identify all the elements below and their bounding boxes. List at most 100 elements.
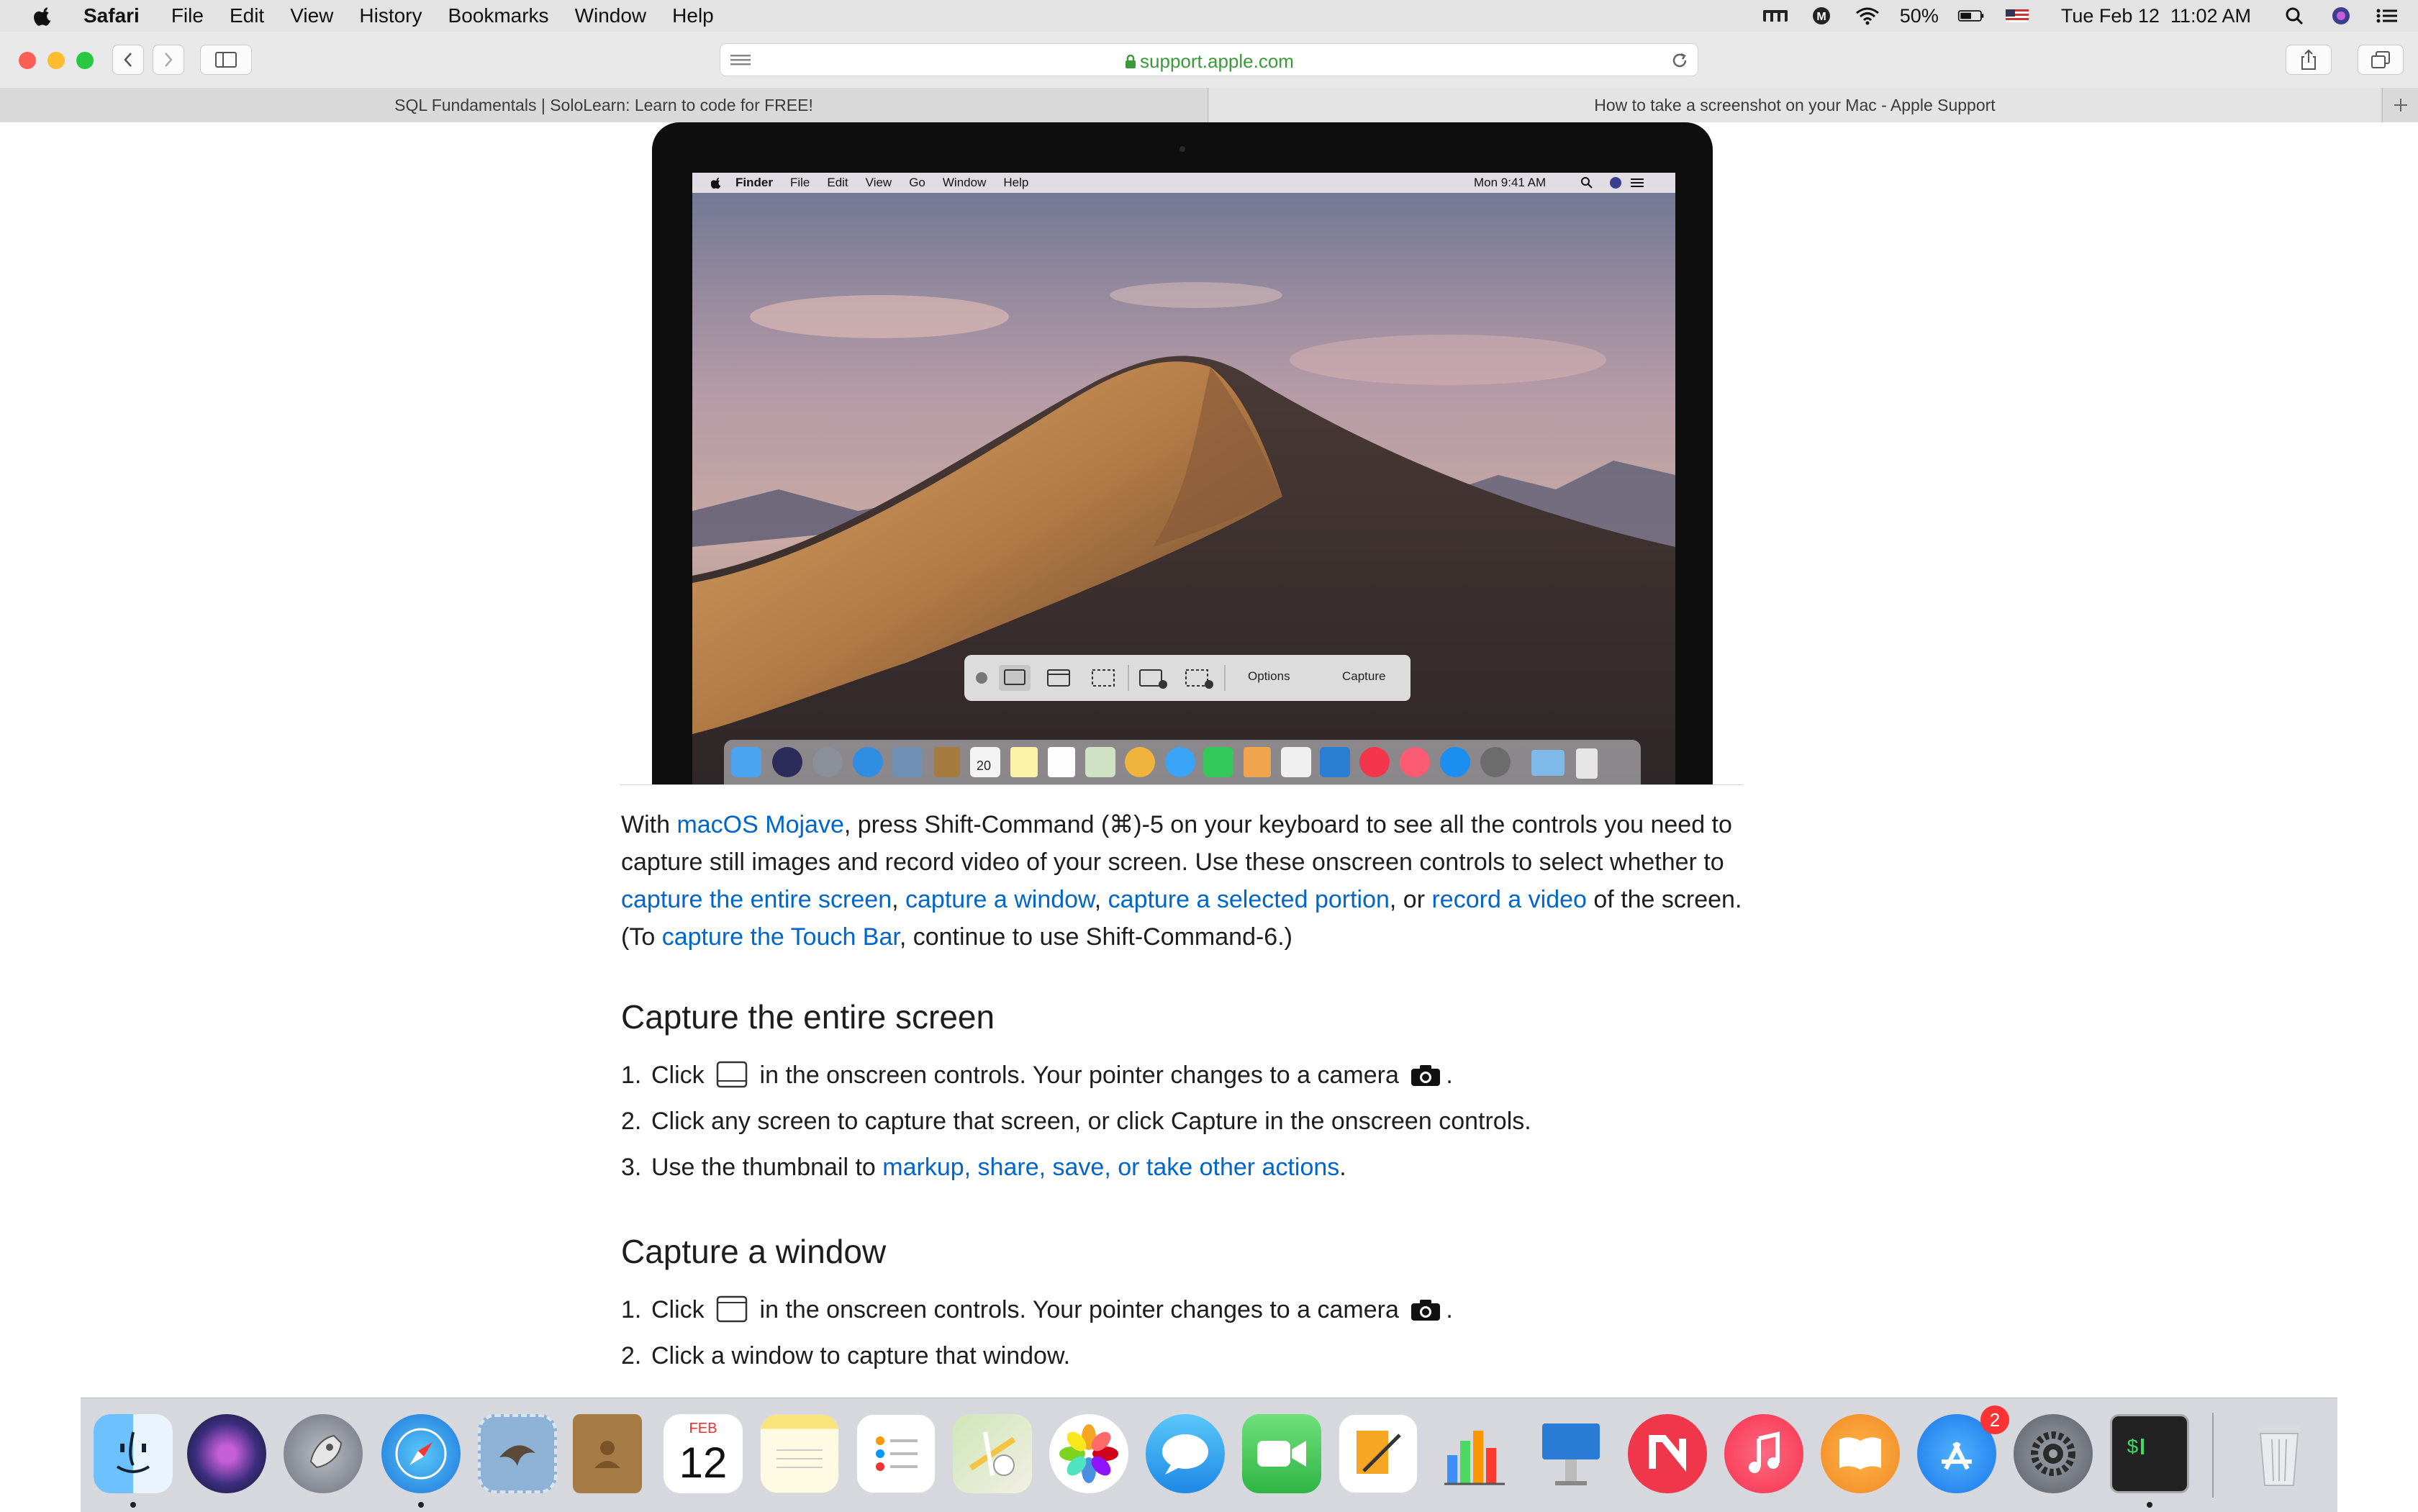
- mail-icon[interactable]: [478, 1414, 557, 1493]
- link-macos-mojave[interactable]: macOS Mojave: [676, 811, 843, 838]
- menu-help[interactable]: Help: [672, 4, 714, 27]
- step-text: in the onscreen controls. Your pointer c…: [753, 1296, 1406, 1323]
- entire-screen-steps: 1. Click in the onscreen controls. Your …: [621, 1052, 1758, 1190]
- terminal-icon[interactable]: $: [2110, 1414, 2189, 1493]
- url-value: support.apple.com: [1140, 50, 1294, 72]
- step-text: Click any screen to capture that screen,…: [651, 1108, 1531, 1135]
- sidebar-icon: [215, 52, 237, 68]
- menu-history[interactable]: History: [359, 4, 422, 27]
- link-capture-window[interactable]: capture a window: [905, 886, 1095, 913]
- wifi-icon[interactable]: [1854, 6, 1881, 26]
- intro-text: ,: [892, 886, 906, 913]
- tab-sololearn[interactable]: SQL Fundamentals | SoloLearn: Learn to c…: [0, 88, 1208, 122]
- battery-percent[interactable]: 50%: [1900, 5, 1939, 27]
- numbers-icon[interactable]: [1435, 1414, 1514, 1493]
- menu-bookmarks[interactable]: Bookmarks: [448, 4, 549, 27]
- calendar-day: 12: [679, 1439, 728, 1487]
- mock-menu-window: Window: [942, 176, 987, 189]
- mock-dock: 20: [724, 740, 1641, 784]
- menu-app-name[interactable]: Safari: [83, 4, 140, 27]
- spotlight-search-icon[interactable]: [2281, 6, 2309, 26]
- camera-icon: [1411, 1065, 1441, 1086]
- mock-list-icon: [1631, 178, 1644, 187]
- mock-capture-label: Capture: [1342, 669, 1386, 683]
- step-number: 3.: [621, 1154, 642, 1181]
- back-button[interactable]: [112, 45, 144, 75]
- mock-siri-icon: [1610, 177, 1621, 189]
- tab-overview-button[interactable]: [2358, 45, 2404, 75]
- link-record-video[interactable]: record a video: [1431, 886, 1586, 913]
- maps-icon[interactable]: [953, 1414, 1032, 1493]
- compass-icon: [395, 1428, 447, 1480]
- heading-capture-entire-screen: Capture the entire screen: [621, 998, 995, 1036]
- mock-options-label: Options: [1248, 669, 1290, 683]
- mock-search-icon: [1581, 177, 1593, 189]
- books-icon[interactable]: [1821, 1414, 1900, 1493]
- keynote-icon[interactable]: [1531, 1414, 1611, 1493]
- siri-icon[interactable]: [2327, 6, 2355, 26]
- itunes-icon[interactable]: [1724, 1414, 1803, 1493]
- tabs-icon: [2371, 51, 2390, 68]
- new-tab-button[interactable]: [2382, 88, 2418, 122]
- reminders-icon[interactable]: [856, 1414, 936, 1493]
- reload-icon[interactable]: [1670, 51, 1689, 70]
- launchpad-icon[interactable]: [284, 1414, 363, 1493]
- zoom-window-button[interactable]: [76, 52, 94, 69]
- running-indicator[interactable]: [418, 1502, 424, 1508]
- contacts-icon[interactable]: [573, 1414, 642, 1493]
- menu-file[interactable]: File: [171, 4, 204, 27]
- malwarebytes-icon[interactable]: M: [1808, 6, 1835, 26]
- link-markup-share-save[interactable]: markup, share, save, or take other actio…: [882, 1144, 1339, 1190]
- siri-dock-icon[interactable]: [187, 1414, 266, 1493]
- menubar-clock[interactable]: Tue Feb 12 11:02 AM: [2061, 5, 2251, 27]
- close-window-button[interactable]: [19, 52, 36, 69]
- tab-bar: SQL Fundamentals | SoloLearn: Learn to c…: [0, 88, 2418, 123]
- minimize-window-button[interactable]: [47, 52, 65, 69]
- menu-edit[interactable]: Edit: [230, 4, 264, 27]
- menu-window[interactable]: Window: [575, 4, 647, 27]
- share-button[interactable]: [2286, 45, 2332, 75]
- messages-icon[interactable]: [1146, 1414, 1225, 1493]
- forward-button[interactable]: [153, 45, 184, 75]
- notes-lines-icon: [776, 1449, 823, 1468]
- facetime-icon[interactable]: [1242, 1414, 1321, 1493]
- system-preferences-icon[interactable]: [2014, 1414, 2093, 1493]
- battery-icon[interactable]: [1957, 6, 1985, 26]
- dock-separator: [2212, 1413, 2214, 1498]
- us-flag-icon[interactable]: [2003, 6, 2031, 26]
- sidebar-toggle-button[interactable]: [200, 45, 252, 75]
- link-capture-touch-bar[interactable]: capture the Touch Bar: [662, 923, 900, 951]
- bridge-icon[interactable]: [1762, 6, 1789, 26]
- dock: FEB 12 2 $: [81, 1398, 2337, 1512]
- list-item: 2. Click any screen to capture that scre…: [621, 1098, 1758, 1144]
- link-capture-entire-screen[interactable]: capture the entire screen: [621, 886, 892, 913]
- pages-icon[interactable]: [1339, 1414, 1418, 1493]
- calendar-icon[interactable]: FEB 12: [664, 1414, 743, 1493]
- address-bar[interactable]: support.apple.com: [720, 43, 1698, 76]
- safari-dock-icon[interactable]: [381, 1414, 461, 1493]
- mock-menu-go: Go: [909, 176, 925, 189]
- rocket-icon: [309, 1434, 343, 1469]
- step-number: 2.: [621, 1342, 642, 1370]
- notification-center-icon[interactable]: [2373, 6, 2401, 26]
- menu-view[interactable]: View: [290, 4, 333, 27]
- finder-icon[interactable]: [94, 1414, 173, 1493]
- trash-icon[interactable]: [2240, 1414, 2319, 1493]
- mock-menu-edit: Edit: [827, 176, 848, 189]
- tab-title: SQL Fundamentals | SoloLearn: Learn to c…: [394, 95, 813, 114]
- intro-text: , or: [1389, 886, 1432, 913]
- link-capture-selected-portion[interactable]: capture a selected portion: [1108, 886, 1390, 913]
- news-icon[interactable]: [1628, 1414, 1707, 1493]
- app-store-badge: 2: [1980, 1405, 2009, 1434]
- running-indicator: [130, 1502, 136, 1508]
- camera-dot: [1179, 146, 1185, 152]
- step-number: 1.: [621, 1296, 642, 1323]
- heading-capture-window: Capture a window: [621, 1233, 887, 1270]
- intro-text: , continue to use Shift-Command-6.): [899, 923, 1292, 951]
- bar-chart-icon: [1444, 1431, 1505, 1485]
- apple-menu-icon[interactable]: [26, 5, 59, 27]
- notes-icon[interactable]: [760, 1414, 839, 1493]
- tab-apple-support[interactable]: How to take a screenshot on your Mac - A…: [1209, 88, 2381, 122]
- photos-icon[interactable]: [1049, 1414, 1128, 1493]
- mock-menu-help: Help: [1003, 176, 1029, 189]
